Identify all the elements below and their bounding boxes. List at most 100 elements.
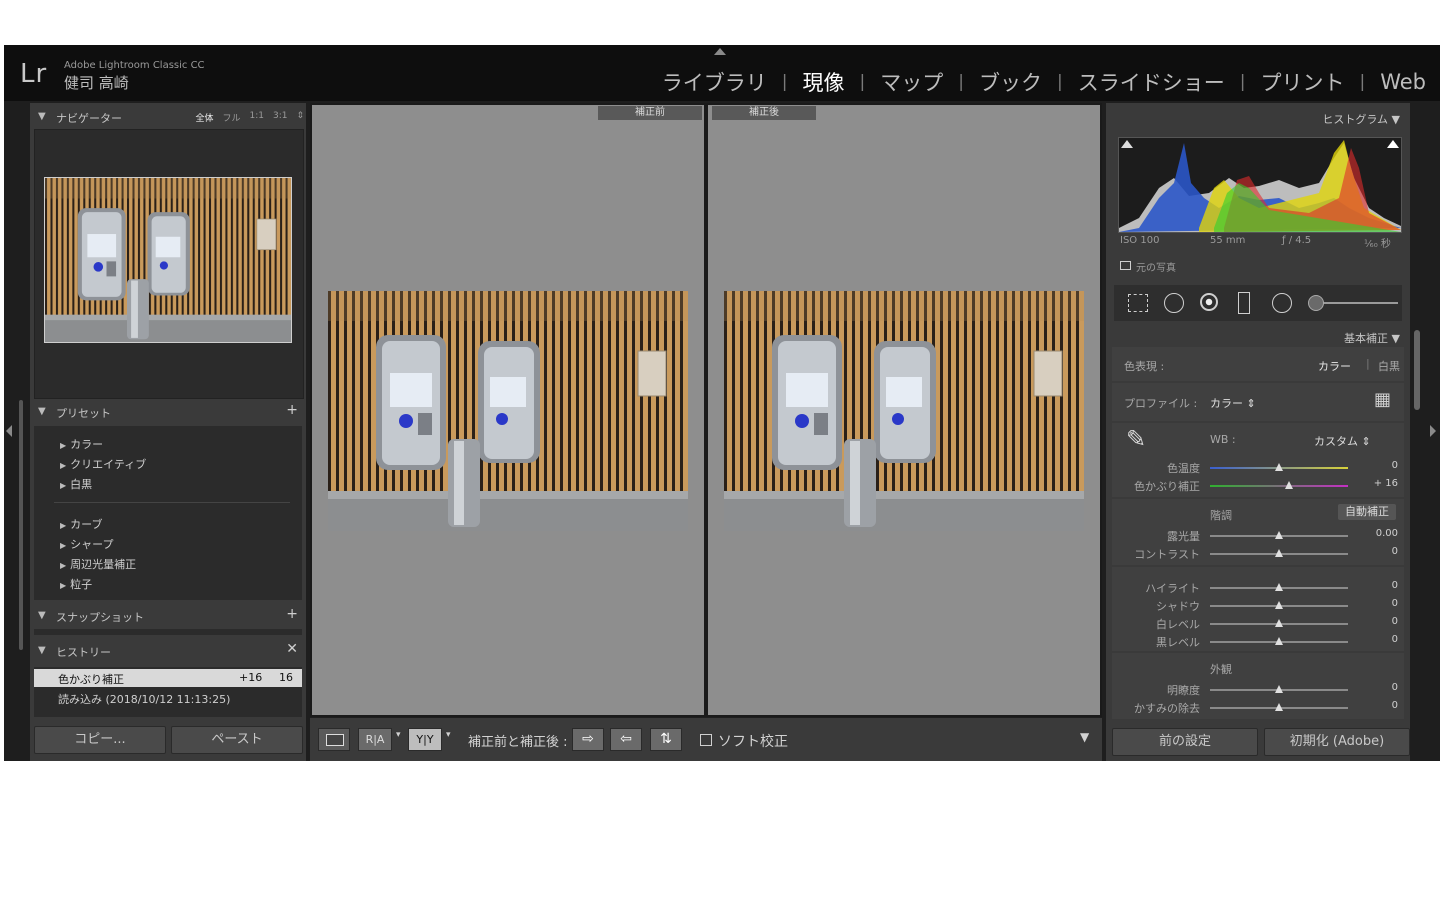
highlight-clipping-icon[interactable] (1387, 140, 1399, 148)
spot-removal-icon[interactable] (1164, 293, 1184, 313)
whites-slider[interactable] (1210, 619, 1348, 627)
soft-proof-checkbox[interactable] (700, 734, 712, 746)
red-eye-icon[interactable] (1200, 293, 1218, 311)
treatment-bw-option[interactable]: 白黒 (1378, 358, 1400, 374)
swap-settings-icon[interactable]: ⇅ (650, 728, 682, 751)
whites-value[interactable]: 0 (1358, 616, 1398, 627)
shadows-slider[interactable] (1210, 601, 1348, 609)
histogram[interactable] (1118, 137, 1402, 233)
radial-filter-icon[interactable] (1272, 293, 1292, 313)
preset-group[interactable]: ▶ 周辺光量補正 (60, 556, 136, 572)
right-scrollbar[interactable] (1414, 330, 1420, 410)
loupe-icon (326, 734, 344, 746)
presets-title: プリセット (56, 407, 111, 420)
after-pane[interactable]: 補正後 (708, 105, 1100, 715)
copy-button[interactable]: コピー... (34, 726, 166, 754)
preset-group[interactable]: ▶ カラー (60, 436, 103, 452)
history-row[interactable]: 読み込み (2018/10/12 11:13:25) (34, 689, 302, 707)
preset-group[interactable]: ▶ シャープ (60, 536, 114, 552)
shadow-clipping-icon[interactable] (1121, 140, 1133, 148)
before-pane[interactable]: 補正前 (312, 105, 704, 715)
navigator-header[interactable]: ▼ ナビゲーター 全体 フル 1:1 3:1 ⇕ (30, 107, 306, 127)
clear-history-icon[interactable]: ✕ (286, 641, 298, 657)
dehaze-label: かすみの除去 (1134, 702, 1200, 715)
auto-tone-button[interactable]: 自動補正 (1338, 504, 1396, 520)
add-snapshot-icon[interactable]: + (286, 606, 298, 622)
snapshot-header[interactable]: ▼ スナップショット + (30, 606, 306, 626)
module-book[interactable]: ブック (977, 67, 1044, 97)
tint-slider[interactable] (1210, 481, 1348, 489)
temp-slider[interactable] (1210, 463, 1348, 471)
zoom-fit[interactable]: 全体 (195, 111, 213, 124)
preset-group[interactable]: ▶ カーブ (60, 516, 103, 532)
exposure-slider[interactable] (1210, 531, 1348, 539)
zoom-3-1[interactable]: 3:1 (273, 111, 287, 124)
previous-settings-button[interactable]: 前の設定 (1112, 728, 1258, 756)
highlights-value[interactable]: 0 (1358, 580, 1398, 591)
before-label: 補正前 (598, 106, 702, 120)
clarity-label: 明瞭度 (1167, 684, 1200, 697)
tint-value[interactable]: + 16 (1358, 478, 1398, 489)
profile-browser-icon[interactable]: ▦ (1374, 389, 1391, 410)
lr-logo: Lr (20, 59, 48, 89)
module-develop[interactable]: 現像 (801, 67, 847, 97)
module-library[interactable]: ライブラリ (660, 67, 769, 97)
shadows-value[interactable]: 0 (1358, 598, 1398, 609)
module-web[interactable]: Web (1378, 70, 1428, 94)
clarity-slider[interactable] (1210, 685, 1348, 693)
disclosure-triangle-icon: ▼ (38, 610, 46, 621)
dehaze-slider[interactable] (1210, 703, 1348, 711)
paste-button[interactable]: ペースト (171, 726, 303, 754)
preset-group[interactable]: ▶ 白黒 (60, 476, 92, 492)
after-photo[interactable] (724, 291, 1084, 531)
wb-select[interactable]: カスタム ⇕ (1314, 433, 1371, 449)
adjustment-brush-icon[interactable] (1308, 295, 1324, 311)
treatment-color-option[interactable]: カラー (1318, 358, 1351, 374)
preset-group[interactable]: ▶ クリエイティブ (60, 456, 146, 472)
exposure-value[interactable]: 0.00 (1358, 528, 1398, 539)
module-map[interactable]: マップ (878, 67, 945, 97)
crop-icon[interactable] (1128, 294, 1148, 312)
copy-before-to-after-icon[interactable]: ⇨ (572, 728, 604, 751)
before-photo[interactable] (328, 291, 688, 531)
copy-after-to-before-icon[interactable]: ⇦ (610, 728, 642, 751)
module-print[interactable]: プリント (1258, 67, 1346, 97)
zoom-1-1[interactable]: 1:1 (249, 111, 263, 124)
histogram-title[interactable]: ヒストグラム ▼ (1322, 111, 1400, 127)
before-after-split-button[interactable]: Y|Y (408, 728, 442, 751)
collapse-top-arrow-icon[interactable] (714, 48, 726, 55)
loupe-view-button[interactable] (318, 728, 350, 751)
blacks-value[interactable]: 0 (1358, 634, 1398, 645)
collapse-right-arrow-icon[interactable] (1430, 425, 1436, 437)
collapse-left-arrow-icon[interactable] (6, 425, 12, 437)
reset-button[interactable]: 初期化 (Adobe) (1264, 728, 1410, 756)
zoom-stepper-icon[interactable]: ⇕ (296, 111, 304, 124)
contrast-value[interactable]: 0 (1358, 546, 1398, 557)
profile-select[interactable]: カラー ⇕ (1210, 395, 1256, 411)
history-header[interactable]: ▼ ヒストリー ✕ (30, 641, 306, 661)
blacks-slider[interactable] (1210, 637, 1348, 645)
history-row[interactable]: 色かぶり補正 +16 16 (34, 669, 302, 687)
zoom-fill[interactable]: フル (222, 111, 240, 124)
left-scrollbar[interactable] (19, 400, 23, 650)
highlights-slider[interactable] (1210, 583, 1348, 591)
navigator-thumbnail[interactable] (44, 177, 292, 343)
history-title: ヒストリー (56, 646, 111, 659)
basic-title[interactable]: 基本補正 ▼ (1344, 330, 1400, 346)
center-toolbar: R|A ▾ Y|Y ▾ 補正前と補正後 : ⇨ ⇦ ⇅ ソフト校正 ▼ (310, 718, 1102, 761)
dehaze-value[interactable]: 0 (1358, 700, 1398, 711)
preset-group[interactable]: ▶ 粒子 (60, 576, 92, 592)
temp-value[interactable]: 0 (1358, 460, 1398, 471)
module-slideshow[interactable]: スライドショー (1076, 67, 1227, 97)
clarity-value[interactable]: 0 (1358, 682, 1398, 693)
presets-header[interactable]: ▼ プリセット + (30, 402, 306, 422)
graduated-filter-icon[interactable] (1238, 292, 1250, 314)
wb-eyedropper-icon[interactable]: ✎ (1126, 425, 1146, 453)
chevron-down-icon[interactable]: ▾ (446, 730, 451, 740)
contrast-slider[interactable] (1210, 549, 1348, 557)
add-preset-icon[interactable]: + (286, 402, 298, 418)
original-photo-checkbox[interactable] (1120, 261, 1131, 270)
before-after-lr-button[interactable]: R|A (358, 728, 392, 751)
chevron-down-icon[interactable]: ▾ (396, 730, 401, 740)
toolbar-menu-chevron-icon[interactable]: ▼ (1080, 730, 1089, 744)
